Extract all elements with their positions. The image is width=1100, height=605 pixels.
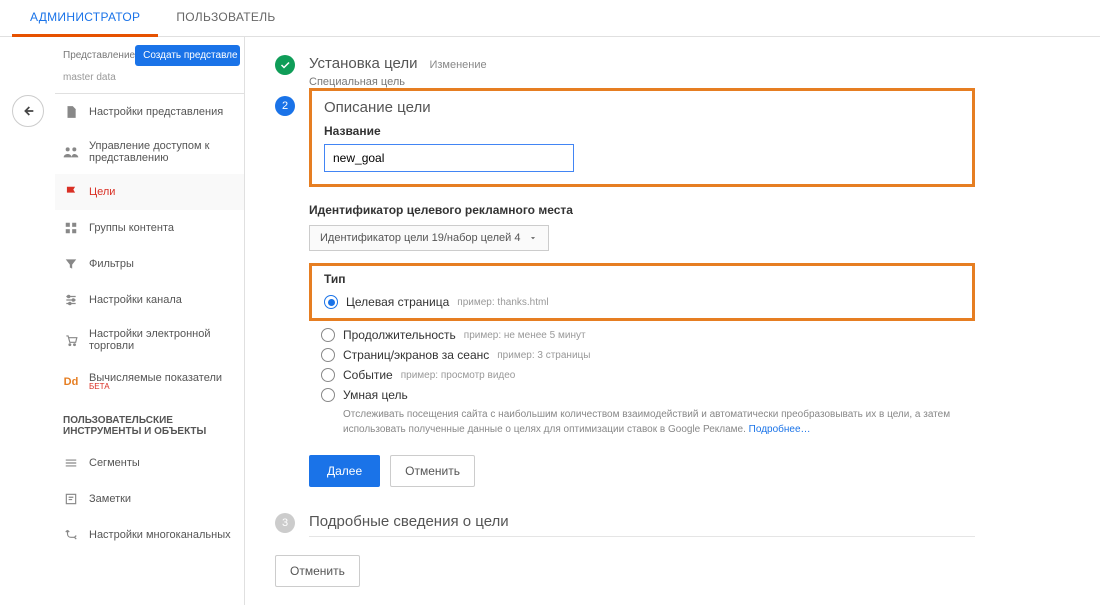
sidebar: Представление Создать представле master … (55, 37, 245, 605)
tab-admin[interactable]: АДМИНИСТРАТОР (12, 0, 158, 37)
radio-destination[interactable]: Целевая страница пример: thanks.html (324, 292, 960, 312)
check-icon (275, 55, 295, 75)
nav-view-settings[interactable]: Настройки представления (55, 94, 244, 130)
nav-label: Цели (89, 186, 115, 198)
sidebar-section-header: ПОЛЬЗОВАТЕЛЬСКИЕ ИНСТРУМЕНТЫ И ОБЪЕКТЫ (55, 401, 244, 445)
tab-user[interactable]: ПОЛЬЗОВАТЕЛЬ (158, 0, 293, 36)
highlight-name-box: Описание цели Название (309, 88, 975, 187)
radio-label: Страниц/экранов за сеанс (343, 348, 489, 362)
next-button[interactable]: Далее (309, 455, 380, 487)
nav-label: Настройки электронной торговли (89, 328, 236, 352)
content: Установка цели Изменение Специальная цел… (245, 37, 1005, 605)
cart-icon (63, 332, 79, 348)
segments-icon (63, 455, 79, 471)
radio-hint: пример: 3 страницы (497, 350, 590, 361)
create-view-button[interactable]: Создать представле (135, 45, 240, 66)
radio-icon (321, 328, 335, 342)
radio-icon (321, 388, 335, 402)
nav-channel-settings[interactable]: Настройки канала (55, 282, 244, 318)
nav-label: Фильтры (89, 258, 134, 270)
radio-duration[interactable]: Продолжительность пример: не менее 5 мин… (309, 325, 975, 345)
step1-edit-link[interactable]: Изменение (429, 59, 486, 71)
radio-label: Умная цель (343, 388, 408, 402)
boxes-icon (63, 220, 79, 236)
radio-label: Продолжительность (343, 328, 456, 342)
nav-label: Сегменты (89, 457, 140, 469)
type-label: Тип (324, 272, 960, 286)
radio-hint: пример: просмотр видео (401, 370, 516, 381)
radio-hint: пример: thanks.html (457, 297, 548, 308)
people-icon (63, 144, 79, 160)
nav-label: Заметки (89, 493, 131, 505)
separator (309, 536, 975, 537)
nav-label: Настройки канала (89, 294, 182, 306)
goal-name-input[interactable] (324, 144, 574, 172)
radio-icon (324, 295, 338, 309)
sidebar-subtitle: master data (55, 72, 244, 94)
back-button[interactable] (12, 95, 44, 127)
nav-notes[interactable]: Заметки (55, 481, 244, 517)
nav-label: Настройки представления (89, 106, 223, 118)
radio-label: Целевая страница (346, 295, 449, 309)
step1-caption: Специальная цель (309, 76, 975, 88)
branch-icon (63, 527, 79, 543)
highlight-type-box: Тип Целевая страница пример: thanks.html (309, 263, 975, 321)
step2-number: 2 (275, 96, 295, 116)
nav-label: Управление доступом к представлению (89, 140, 236, 164)
note-icon (63, 491, 79, 507)
nav-filters[interactable]: Фильтры (55, 246, 244, 282)
sidebar-header-label: Представление (63, 50, 135, 61)
file-icon (63, 104, 79, 120)
dropdown-value: Идентификатор цели 19/набор целей 4 (320, 232, 520, 244)
step3-title: Подробные сведения о цели (309, 513, 509, 530)
smart-learn-more-link[interactable]: Подробнее… (749, 424, 811, 435)
radio-label: Событие (343, 368, 393, 382)
step-1: Установка цели Изменение Специальная цел… (275, 55, 975, 88)
radio-icon (321, 348, 335, 362)
slot-id-dropdown[interactable]: Идентификатор цели 19/набор целей 4 (309, 225, 549, 251)
flag-icon (63, 184, 79, 200)
sliders-icon (63, 292, 79, 308)
radio-pages[interactable]: Страниц/экранов за сеанс пример: 3 стран… (309, 345, 975, 365)
name-label: Название (324, 124, 960, 138)
radio-event[interactable]: Событие пример: просмотр видео (309, 365, 975, 385)
nav-goals[interactable]: Цели (55, 174, 244, 210)
nav-segments[interactable]: Сегменты (55, 445, 244, 481)
radio-hint: пример: не менее 5 минут (464, 330, 586, 341)
cancel-button[interactable]: Отменить (275, 555, 360, 587)
step3-number: 3 (275, 513, 295, 533)
step1-title: Установка цели (309, 55, 417, 72)
arrow-left-icon (20, 103, 36, 119)
nav-ecommerce[interactable]: Настройки электронной торговли (55, 318, 244, 362)
nav-access[interactable]: Управление доступом к представлению (55, 130, 244, 174)
radio-icon (321, 368, 335, 382)
nav-label: Вычисляемые показатели БЕТА (89, 372, 222, 391)
nav-multichannel[interactable]: Настройки многоканальных (55, 517, 244, 553)
top-tabs: АДМИНИСТРАТОР ПОЛЬЗОВАТЕЛЬ (0, 0, 1100, 37)
chevron-down-icon (528, 233, 538, 243)
smart-goal-help: Отслеживать посещения сайта с наибольшим… (309, 407, 975, 437)
nav-calc-metrics[interactable]: Dd Вычисляемые показатели БЕТА (55, 362, 244, 401)
nav-content-groups[interactable]: Группы контента (55, 210, 244, 246)
step2-title: Описание цели (324, 99, 431, 116)
slot-id-label: Идентификатор целевого рекламного места (309, 203, 975, 217)
cancel-step-button[interactable]: Отменить (390, 455, 475, 487)
step-2: 2 Описание цели Название Идентификатор ц… (275, 96, 975, 505)
funnel-icon (63, 256, 79, 272)
radio-smart[interactable]: Умная цель (309, 385, 975, 405)
nav-label: Настройки многоканальных (89, 529, 231, 541)
step-3: 3 Подробные сведения о цели (275, 513, 975, 537)
nav-label: Группы контента (89, 222, 174, 234)
dd-icon: Dd (63, 374, 79, 390)
